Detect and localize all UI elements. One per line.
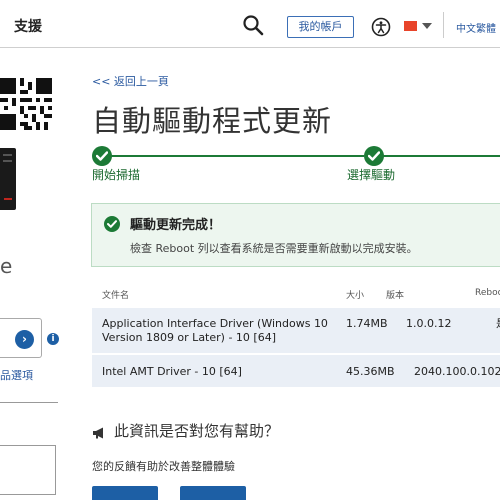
driver-name-line2: Version 1809 or Later) - 10 [64]: [102, 331, 276, 344]
left-panel-box[interactable]: [0, 445, 56, 495]
region-flag-icon[interactable]: [404, 21, 417, 31]
feedback-no-button[interactable]: [180, 486, 246, 500]
driver-size: 45.36MB: [346, 365, 395, 378]
chevron-down-icon[interactable]: [422, 23, 432, 29]
product-options-link[interactable]: 品選項: [0, 367, 33, 383]
success-alert: 驅動更新完成！ 檢查 Reboot 列以查看系統是否需要重新啟動以完成安裝。: [91, 203, 500, 267]
step-label-select: 選擇驅動: [347, 168, 396, 182]
column-header-size: 大小: [346, 291, 365, 301]
qr-code-icon: [0, 77, 52, 131]
step-complete-check-icon: [364, 146, 384, 166]
info-icon[interactable]: i: [47, 333, 59, 345]
accessibility-icon[interactable]: [371, 17, 391, 37]
progress-line: [382, 155, 500, 157]
my-account-button[interactable]: 我的帳戶: [287, 16, 354, 38]
brand-title: 支援: [14, 19, 42, 35]
left-divider: [0, 402, 58, 403]
table-header: 文件名 大小 版本 Reboo: [92, 280, 500, 308]
driver-name: Application Interface Driver (Windows 10: [102, 317, 328, 330]
driver-reboot: 是: [496, 317, 500, 331]
driver-version: 2040.100.0.1029: [414, 365, 500, 378]
table-row[interactable]: Application Interface Driver (Windows 10…: [92, 308, 500, 354]
alert-title: 驅動更新完成！: [130, 218, 222, 233]
step-complete-check-icon: [92, 146, 112, 166]
column-header-version: 版本: [386, 291, 405, 301]
column-header-reboot: Reboo: [475, 288, 500, 298]
page-title: 自動驅動程式更新: [92, 104, 333, 138]
alert-message: 檢查 Reboot 列以查看系統是否需要重新啟動以完成安裝。: [130, 242, 418, 255]
driver-version: 1.0.0.12: [406, 317, 452, 330]
table-row[interactable]: Intel AMT Driver - 10 [64] 45.36MB 2040.…: [92, 355, 500, 388]
top-header: 支援 我的帳戶 中文繁體: [0, 0, 500, 48]
go-arrow-button[interactable]: ›: [15, 330, 34, 349]
page: 支援 我的帳戶 中文繁體 e › i 品選項 << 返回上一頁 自動驅動程式更新…: [0, 0, 500, 500]
feedback-subtitle: 您的反饋有助於改善整體體驗: [92, 460, 235, 473]
megaphone-icon: [92, 424, 106, 439]
product-name-fragment: e: [0, 254, 13, 278]
feedback-yes-button[interactable]: [92, 486, 158, 500]
column-header-filename: 文件名: [102, 291, 130, 301]
progress-line: [110, 155, 364, 157]
success-check-icon: [104, 216, 120, 232]
header-divider: [443, 12, 444, 38]
step-label-scan: 開始掃描: [92, 168, 141, 182]
feedback-question: 此資訊是否對您有幫助？: [114, 422, 280, 440]
search-icon[interactable]: [242, 14, 264, 36]
driver-name: Intel AMT Driver - 10 [64]: [102, 365, 242, 378]
driver-size: 1.74MB: [346, 317, 388, 330]
product-image: [0, 148, 16, 210]
back-link[interactable]: << 返回上一頁: [92, 73, 169, 89]
language-selector[interactable]: 中文繁體: [456, 20, 496, 35]
